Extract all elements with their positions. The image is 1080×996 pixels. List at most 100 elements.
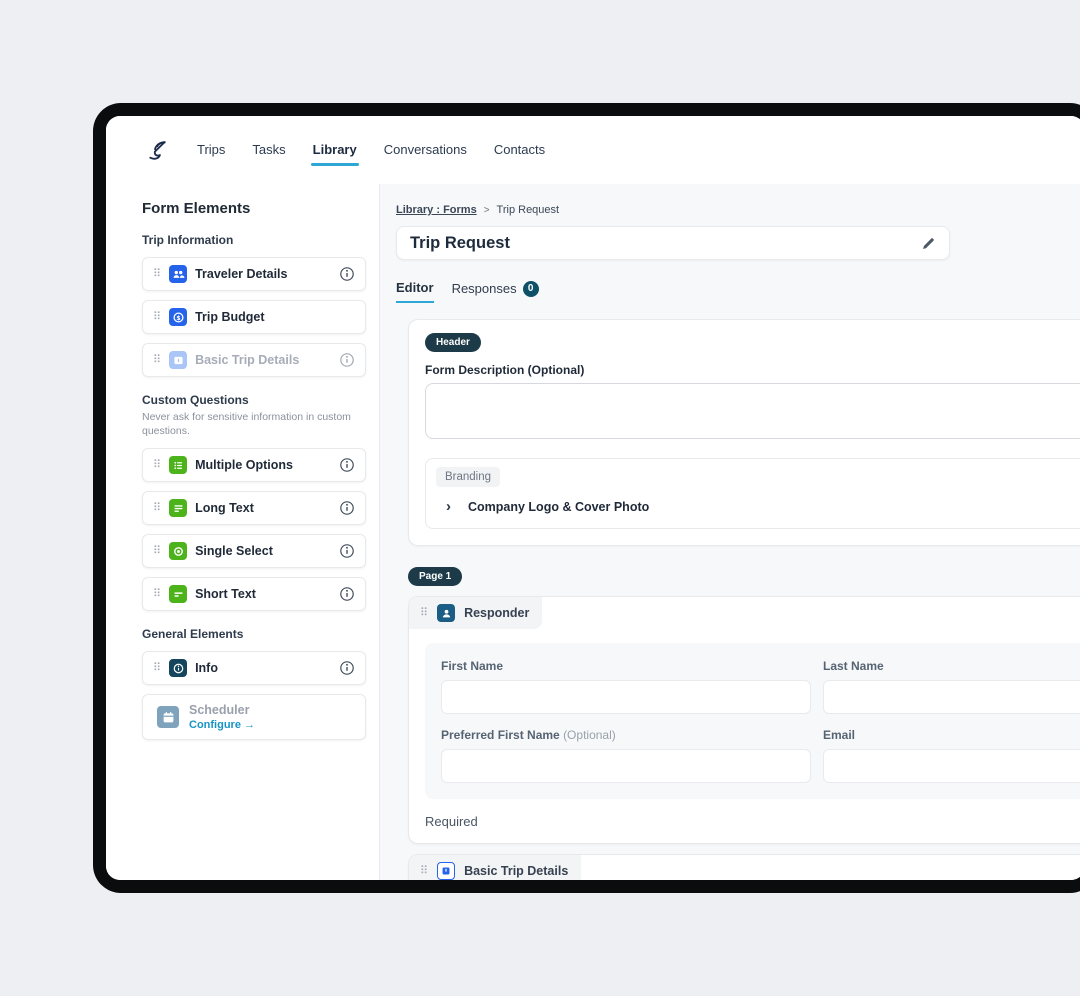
field-label: Email	[823, 728, 856, 742]
sidebar-element-multiple-options[interactable]: ⠿ Multiple Options	[142, 448, 366, 483]
sidebar-element-scheduler: Scheduler Configure →	[142, 694, 366, 741]
nav-tabs: Trips Tasks Library Conversations Contac…	[197, 135, 545, 166]
responder-chip[interactable]: ⠿ Responder	[409, 597, 543, 629]
app-window: Trips Tasks Library Conversations Contac…	[106, 116, 1080, 880]
edit-pencil-icon[interactable]	[921, 236, 936, 251]
drag-handle-icon: ⠿	[153, 353, 162, 366]
element-label: Multiple Options	[195, 458, 293, 473]
info-icon[interactable]	[339, 266, 355, 282]
tab-editor[interactable]: Editor	[396, 280, 434, 303]
field-first-name: First Name	[441, 659, 811, 714]
drag-handle-icon[interactable]: ⠿	[420, 607, 428, 619]
element-label: Single Select	[195, 544, 273, 559]
multiple-options-icon	[169, 456, 188, 475]
trip-details-ticket-icon	[437, 862, 456, 880]
preferred-first-name-input[interactable]	[441, 749, 811, 783]
sidebar-element-basic-trip-details: ⠿ Basic Trip Details	[142, 343, 366, 377]
info-icon[interactable]	[339, 457, 355, 473]
info-icon[interactable]	[339, 586, 355, 602]
basic-trip-details-chip-label: Basic Trip Details	[464, 864, 569, 878]
field-label: First Name	[441, 659, 504, 673]
field-label: Preferred First Name	[441, 728, 560, 742]
breadcrumb: Library : Forms > Trip Request	[396, 204, 1080, 216]
element-label: Traveler Details	[195, 267, 288, 281]
drag-handle-icon[interactable]: ⠿	[153, 311, 161, 323]
svg-text:$: $	[176, 314, 180, 321]
branding-row-label: Company Logo & Cover Photo	[468, 499, 650, 514]
responder-chip-label: Responder	[464, 606, 530, 620]
custom-questions-warning: Never ask for sensitive information in c…	[142, 411, 351, 437]
scheduler-label: Scheduler	[189, 703, 250, 718]
sidebar-element-info[interactable]: ⠿ Info	[142, 651, 366, 686]
nav-tab-contacts[interactable]: Contacts	[494, 135, 545, 166]
breadcrumb-library-forms-link[interactable]: Library : Forms	[396, 204, 477, 216]
field-label: Last Name	[823, 659, 884, 673]
page-1-badge: Page 1	[408, 567, 463, 586]
responder-fields-panel: First Name Last Name Preferred First Nam…	[425, 643, 1080, 799]
form-title: Trip Request	[410, 233, 510, 252]
header-section-card: Header Form Description (Optional) Brand…	[408, 319, 1080, 546]
element-label: Short Text	[195, 587, 256, 602]
responder-person-icon	[437, 604, 456, 622]
basic-trip-details-chip[interactable]: ⠿ Basic Trip Details	[409, 855, 582, 880]
breadcrumb-separator: >	[483, 204, 490, 216]
form-description-label: Form Description (Optional)	[425, 363, 585, 377]
trip-details-icon	[169, 351, 188, 369]
chevron-right-icon: ›	[446, 498, 451, 515]
calendar-icon	[157, 706, 179, 729]
field-last-name: Last Name	[823, 659, 1080, 714]
company-logo-cover-photo-row[interactable]: › Company Logo & Cover Photo	[446, 499, 1080, 514]
drag-handle-icon[interactable]: ⠿	[153, 588, 161, 600]
form-elements-sidebar: Form Elements Trip Information ⠿ Travele…	[106, 184, 380, 880]
header-badge: Header	[425, 333, 481, 352]
scheduler-configure-link[interactable]: Configure →	[189, 719, 255, 731]
nav-tab-tasks[interactable]: Tasks	[252, 135, 285, 166]
form-description-textarea[interactable]	[425, 383, 1080, 439]
basic-trip-details-block-card: ⠿ Basic Trip Details Trip Info	[408, 854, 1080, 880]
branding-section: Branding › Company Logo & Cover Photo	[425, 458, 1080, 529]
section-title-custom-questions: Custom Questions	[142, 393, 249, 407]
nav-tab-library[interactable]: Library	[310, 135, 359, 166]
long-text-icon	[169, 499, 188, 518]
form-editor-main: Library : Forms > Trip Request Trip Requ…	[380, 184, 1080, 880]
element-label: Basic Trip Details	[195, 353, 300, 367]
field-preferred-first-name: Preferred First Name (Optional)	[441, 728, 811, 783]
drag-handle-icon[interactable]: ⠿	[153, 268, 161, 280]
info-icon[interactable]	[339, 500, 355, 516]
element-label: Info	[195, 661, 218, 676]
dollar-icon: $	[169, 308, 188, 326]
tab-responses[interactable]: Responses 0	[452, 280, 539, 303]
drag-handle-icon[interactable]: ⠿	[153, 502, 161, 514]
sidebar-element-traveler-details[interactable]: ⠿ Traveler Details	[142, 257, 366, 291]
drag-handle-icon[interactable]: ⠿	[153, 662, 161, 674]
drag-handle-icon[interactable]: ⠿	[153, 459, 161, 471]
element-label: Long Text	[195, 501, 254, 516]
breadcrumb-current: Trip Request	[496, 204, 560, 216]
form-title-card: Trip Request	[396, 226, 950, 260]
drag-handle-icon[interactable]: ⠿	[153, 545, 161, 557]
sidebar-title: Form Elements	[142, 200, 251, 217]
sidebar-element-single-select[interactable]: ⠿ Single Select	[142, 534, 366, 569]
responder-block-card: ⠿ Responder First Name Last Name Preferr…	[408, 596, 1080, 844]
info-icon[interactable]	[339, 660, 355, 676]
sidebar-element-trip-budget[interactable]: ⠿ $ Trip Budget	[142, 300, 366, 334]
top-navbar: Trips Tasks Library Conversations Contac…	[106, 116, 1080, 184]
first-name-input[interactable]	[441, 680, 811, 714]
branding-chip: Branding	[436, 467, 501, 487]
sidebar-element-long-text[interactable]: ⠿ Long Text	[142, 491, 366, 526]
nav-tab-conversations[interactable]: Conversations	[384, 135, 467, 166]
info-icon[interactable]	[339, 543, 355, 559]
nav-tab-trips[interactable]: Trips	[197, 135, 225, 166]
info-icon[interactable]	[339, 352, 355, 368]
short-text-icon	[169, 585, 188, 604]
single-select-icon	[169, 542, 188, 561]
editor-tabs: Editor Responses 0	[396, 280, 1080, 303]
email-input[interactable]	[823, 749, 1080, 783]
section-title-trip-information: Trip Information	[142, 233, 234, 247]
brand-bird-logo-icon[interactable]	[144, 137, 171, 164]
field-email: Email	[823, 728, 1080, 783]
travelers-icon	[169, 265, 188, 283]
drag-handle-icon[interactable]: ⠿	[420, 865, 428, 877]
last-name-input[interactable]	[823, 680, 1080, 714]
sidebar-element-short-text[interactable]: ⠿ Short Text	[142, 577, 366, 612]
